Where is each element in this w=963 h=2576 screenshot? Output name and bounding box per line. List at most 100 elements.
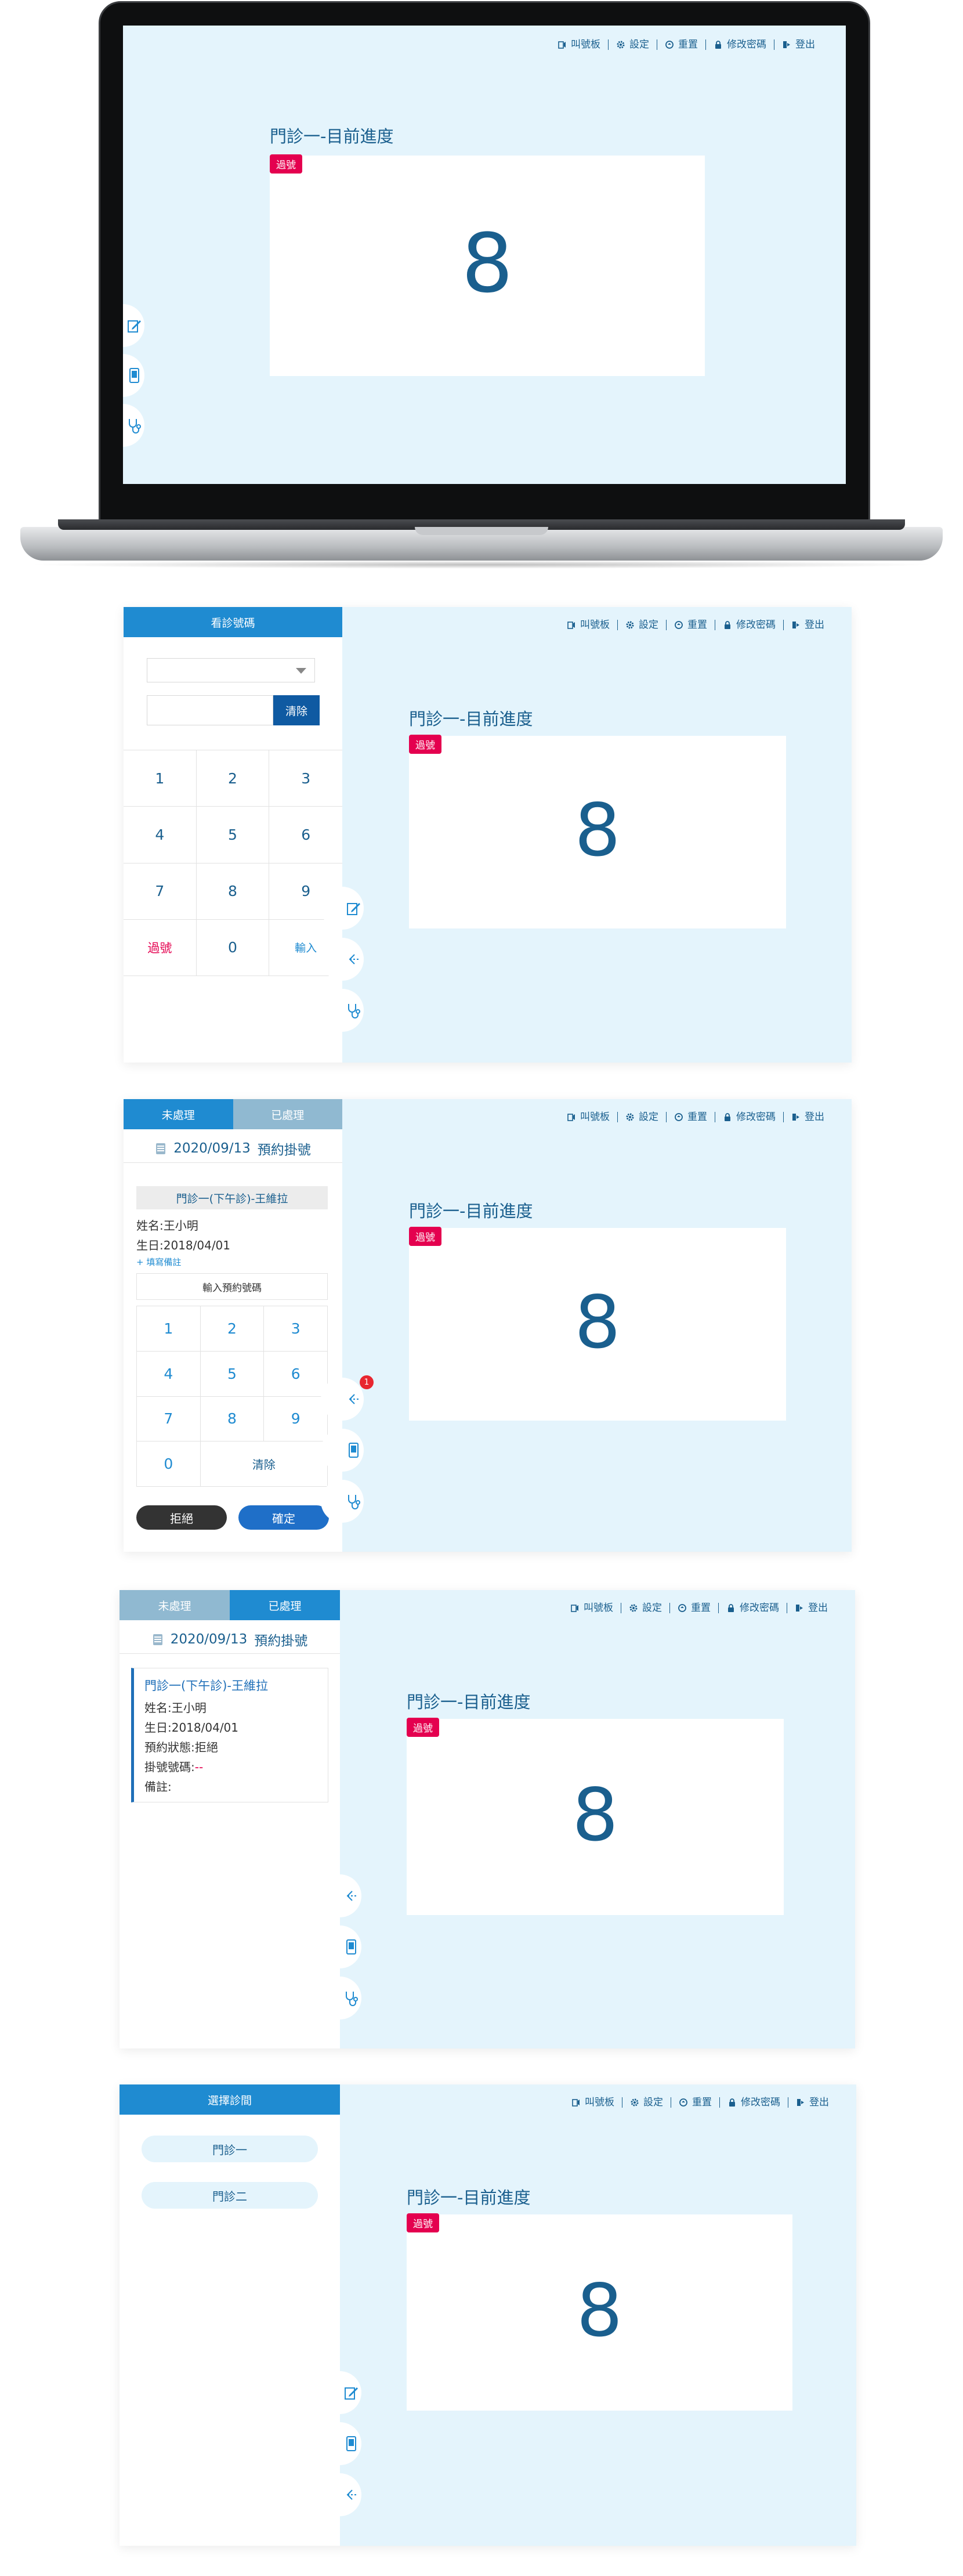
menu-call-board[interactable]: 叫號板: [563, 1603, 621, 1613]
notification-badge: 1: [360, 1375, 374, 1389]
key-5[interactable]: 5: [196, 807, 270, 864]
tab-pending[interactable]: 未處理: [124, 1099, 233, 1129]
stethoscope-button[interactable]: [321, 1480, 364, 1523]
tab-processed[interactable]: 已處理: [230, 1590, 340, 1620]
menu-reset[interactable]: 重置: [666, 620, 715, 630]
mobile-button[interactable]: [321, 1429, 364, 1472]
passed-badge[interactable]: 過號: [409, 1227, 441, 1246]
stethoscope-button[interactable]: [321, 989, 364, 1032]
appointment-number-input[interactable]: 輸入預約號碼: [136, 1273, 328, 1300]
menu-logout[interactable]: 登出: [788, 2097, 837, 2108]
processed-main: 叫號板 設定 重置 修改密碼 登出 門診一-目前進度 8 過號: [318, 1590, 855, 2048]
passed-badge[interactable]: 過號: [407, 2213, 439, 2232]
menu-change-password[interactable]: 修改密碼: [705, 39, 774, 50]
menu-change-password[interactable]: 修改密碼: [715, 1112, 783, 1122]
patient-birthday: 生日:2018/04/01: [136, 1238, 231, 1252]
back-button[interactable]: [318, 1874, 361, 1917]
menu-reset[interactable]: 重置: [671, 2097, 719, 2108]
key-2[interactable]: 2: [196, 750, 270, 807]
key-4[interactable]: 4: [124, 807, 197, 864]
key-7[interactable]: 7: [137, 1396, 201, 1442]
menu-call-board[interactable]: 叫號板: [559, 620, 617, 630]
progress-card: 8: [409, 736, 786, 928]
menu-reset[interactable]: 重置: [669, 1603, 718, 1613]
reject-button[interactable]: 拒絕: [136, 1505, 227, 1530]
mobile-icon: [346, 1939, 356, 1954]
menu-call-board[interactable]: 叫號板: [559, 1112, 617, 1122]
menu-reset[interactable]: 重置: [666, 1112, 715, 1122]
clinic-option-2[interactable]: 門診二: [142, 2182, 318, 2209]
clinic-select[interactable]: [147, 658, 315, 682]
keypad-header: 看診號碼: [124, 607, 342, 637]
key-8[interactable]: 8: [196, 863, 270, 920]
key-0[interactable]: 0: [196, 919, 270, 976]
edit-button[interactable]: [123, 304, 144, 347]
record-birthday: 生日:2018/04/01: [144, 1721, 239, 1735]
edit-note-icon: [346, 903, 360, 915]
key-8[interactable]: 8: [200, 1396, 265, 1442]
tab-pending[interactable]: 未處理: [120, 1590, 230, 1620]
menu-logout[interactable]: 登出: [787, 1603, 835, 1613]
key-9[interactable]: 9: [264, 1396, 328, 1442]
back-button[interactable]: [321, 938, 364, 981]
date-row: 2020/09/13 預約掛號: [120, 1625, 340, 1654]
mobile-button[interactable]: [123, 354, 144, 397]
menu-settings[interactable]: 設定: [617, 620, 666, 630]
stethoscope-button[interactable]: [123, 404, 144, 447]
pending-tabs: 未處理 已處理: [124, 1099, 342, 1129]
key-1[interactable]: 1: [124, 750, 197, 807]
menu-logout[interactable]: 登出: [774, 39, 823, 50]
key-2[interactable]: 2: [200, 1306, 265, 1352]
confirm-button[interactable]: 確定: [238, 1505, 329, 1530]
back-button[interactable]: [321, 1378, 364, 1421]
tab-processed[interactable]: 已處理: [233, 1099, 342, 1129]
top-menu: 叫號板 設定 重置 修改密碼 登出: [559, 1112, 832, 1122]
add-note-link[interactable]: + 填寫備註: [136, 1256, 181, 1268]
clinic-doctor-label: 門診一(下午診)-王維拉: [136, 1186, 328, 1209]
key-3[interactable]: 3: [264, 1306, 328, 1352]
passed-badge[interactable]: 過號: [407, 1718, 439, 1737]
menu-settings[interactable]: 設定: [621, 1603, 669, 1613]
passed-badge[interactable]: 過號: [409, 735, 441, 754]
key-4[interactable]: 4: [137, 1351, 201, 1397]
logout-icon: [797, 2099, 804, 2106]
number-input[interactable]: [147, 695, 273, 725]
clinic-header: 選擇診間: [120, 2084, 340, 2115]
menu-settings[interactable]: 設定: [608, 39, 657, 50]
appointment-record[interactable]: 門診一(下午診)-王維拉 姓名:王小明 生日:2018/04/01 預約狀態:拒…: [131, 1668, 328, 1802]
call-board-icon: [572, 2099, 580, 2107]
menu-logout[interactable]: 登出: [783, 620, 832, 630]
key-0[interactable]: 0: [137, 1441, 201, 1487]
mobile-button[interactable]: [318, 1925, 361, 1968]
stethoscope-icon: [345, 1992, 358, 2006]
menu-settings[interactable]: 設定: [622, 2097, 671, 2108]
menu-settings[interactable]: 設定: [617, 1112, 666, 1122]
back-button[interactable]: [318, 2473, 361, 2516]
key-6[interactable]: 6: [264, 1351, 328, 1397]
stethoscope-button[interactable]: [318, 1977, 361, 2019]
menu-call-board[interactable]: 叫號板: [564, 2097, 622, 2108]
key-6[interactable]: 6: [269, 807, 342, 864]
top-menu: 叫號板 設定 重置 修改密碼 登出: [559, 620, 832, 630]
menu-logout[interactable]: 登出: [783, 1112, 832, 1122]
menu-change-password[interactable]: 修改密碼: [718, 1603, 787, 1613]
key-1[interactable]: 1: [137, 1306, 201, 1352]
clinic-select-panel: 選擇診間 門診一 門診二 叫號板 設定 重置 修改密碼 登出 門診一-目前進度 …: [120, 2084, 856, 2546]
menu-change-password[interactable]: 修改密碼: [715, 620, 783, 630]
key-5[interactable]: 5: [200, 1351, 265, 1397]
mobile-button[interactable]: [318, 2422, 361, 2465]
edit-button[interactable]: [318, 2371, 361, 2414]
key-7[interactable]: 7: [124, 863, 197, 920]
menu-change-password[interactable]: 修改密碼: [719, 2097, 788, 2108]
clear-button[interactable]: 清除: [273, 695, 320, 725]
clinic-option-1[interactable]: 門診一: [142, 2136, 318, 2162]
gear-icon: [629, 1604, 638, 1612]
menu-call-board[interactable]: 叫號板: [550, 39, 608, 50]
edit-button[interactable]: [321, 887, 364, 930]
key-passed[interactable]: 過號: [124, 919, 197, 976]
menu-reset[interactable]: 重置: [657, 39, 705, 50]
key-clear[interactable]: 清除: [200, 1441, 328, 1487]
back-arrow-icon: [349, 1394, 360, 1404]
key-3[interactable]: 3: [269, 750, 342, 807]
passed-badge[interactable]: 過號: [270, 154, 302, 174]
